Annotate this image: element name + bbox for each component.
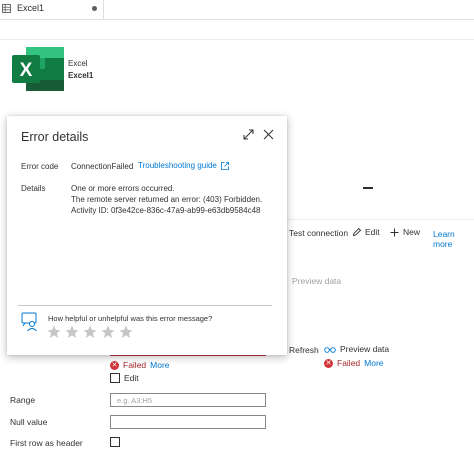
svg-text:X: X — [20, 60, 33, 81]
tab-strip: Excel1 — [0, 0, 474, 20]
error-code-label: Error code — [21, 162, 59, 171]
edit-checkbox-label: Edit — [124, 373, 139, 383]
details-line-2: The remote server returned an error: (40… — [71, 195, 263, 204]
edit-checkbox[interactable]: Edit — [110, 373, 139, 383]
glasses-icon — [324, 346, 336, 353]
selected-tab-indicator — [363, 187, 373, 189]
tab-label: Excel1 — [17, 3, 45, 13]
toolbar-divider — [287, 219, 474, 220]
troubleshooting-guide-label: Troubleshooting guide — [138, 161, 217, 170]
failed-text: Failed — [337, 358, 361, 368]
details-line-3: Activity ID: 0f3e42ce-836c-47a9-ab99-e63… — [71, 206, 261, 215]
pencil-icon — [352, 227, 362, 237]
dialog-title: Error details — [21, 130, 89, 144]
dataset-name: Excel1 — [68, 71, 94, 80]
error-circle-icon: ✕ — [110, 360, 119, 370]
feedback-person-icon — [21, 312, 37, 332]
star-icon[interactable] — [83, 325, 97, 339]
troubleshooting-guide-link[interactable]: Troubleshooting guide — [138, 161, 229, 170]
star-icon[interactable] — [47, 325, 61, 339]
more-link[interactable]: More — [364, 358, 383, 368]
checkbox-box[interactable] — [110, 373, 120, 383]
range-input[interactable] — [110, 393, 266, 407]
star-icon[interactable] — [65, 325, 79, 339]
error-circle-icon: ✕ — [324, 358, 333, 368]
error-code-value: ConnectionFailed — [71, 162, 134, 171]
external-link-icon — [220, 161, 229, 170]
details-label: Details — [21, 184, 46, 193]
tab-excel1[interactable]: Excel1 — [0, 0, 104, 20]
expand-icon[interactable] — [243, 129, 254, 140]
sub-toolbar-divider — [0, 39, 474, 40]
failed-text: Failed — [123, 360, 147, 370]
preview-data-disabled-button[interactable]: Preview data — [292, 276, 341, 286]
star-rating[interactable] — [47, 325, 133, 339]
preview-data-label: Preview data — [340, 344, 390, 354]
error-underline — [110, 355, 266, 356]
more-link[interactable]: More — [150, 360, 169, 370]
learn-more-link[interactable]: Learn more — [433, 229, 474, 249]
feedback-question: How helpful or unhelpful was this error … — [48, 314, 213, 323]
edit-button[interactable]: Edit — [352, 227, 380, 237]
plus-icon — [390, 228, 399, 236]
star-icon[interactable] — [119, 325, 133, 339]
null-value-label: Null value — [10, 417, 48, 427]
error-details-dialog: Error details Error code ConnectionFaile… — [7, 116, 287, 355]
range-label: Range — [10, 395, 36, 405]
grid-icon — [2, 4, 11, 13]
first-row-header-checkbox[interactable] — [110, 437, 120, 447]
null-value-input[interactable] — [110, 415, 266, 429]
close-icon[interactable] — [263, 129, 274, 140]
excel-logo-icon: X — [12, 47, 64, 91]
star-icon[interactable] — [101, 325, 115, 339]
first-row-header-label: First row as header — [10, 438, 83, 448]
unsaved-dot-icon — [92, 6, 97, 11]
refresh-button[interactable]: Refresh — [289, 345, 319, 355]
preview-data-button[interactable]: Preview data — [324, 344, 389, 354]
test-connection-button[interactable]: Test connection — [289, 228, 348, 238]
new-button-label: New — [403, 227, 421, 237]
failed-status-right: ✕ Failed More — [324, 358, 384, 368]
feedback-divider — [18, 305, 272, 306]
failed-status-left: ✕ Failed More — [110, 360, 170, 370]
details-line-1: One or more errors occurred. — [71, 184, 175, 193]
app-name: Excel — [68, 59, 88, 68]
edit-button-label: Edit — [365, 227, 380, 237]
new-button[interactable]: New — [390, 227, 420, 237]
